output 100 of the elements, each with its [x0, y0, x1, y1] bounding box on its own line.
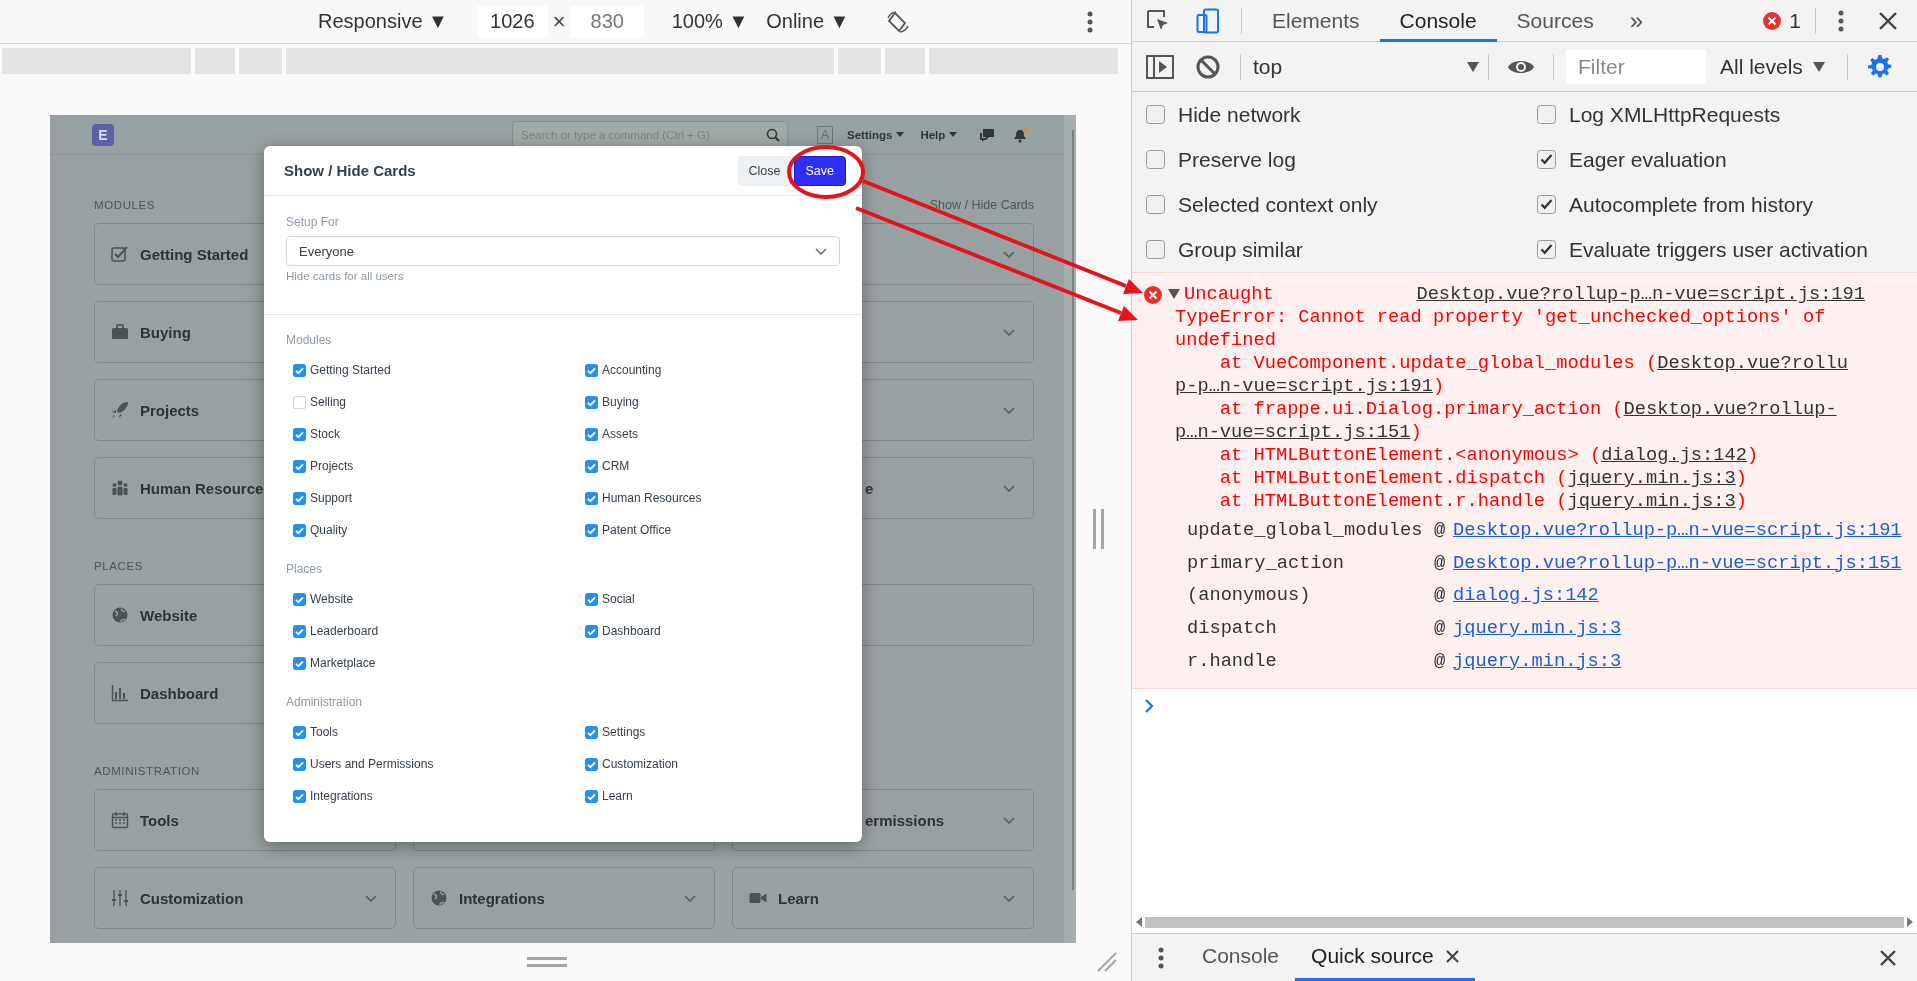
checkbox[interactable] [1146, 150, 1165, 169]
prompt-icon [1144, 698, 1154, 715]
checkbox[interactable] [293, 725, 306, 739]
source-link[interactable]: jquery.min.js:3 [1453, 649, 1917, 673]
checkbox[interactable] [585, 523, 598, 537]
source-link[interactable]: dialog.js:142 [1453, 584, 1917, 608]
checkbox[interactable] [585, 459, 598, 473]
throttling-dropdown[interactable]: Online ▼ [766, 10, 850, 33]
checkbox[interactable] [293, 459, 306, 473]
panel-tab[interactable]: Sources [1496, 0, 1614, 42]
checkbox[interactable] [293, 624, 306, 638]
bell-icon[interactable] [1013, 126, 1029, 143]
checkbox[interactable] [1146, 105, 1165, 124]
checkbox[interactable] [585, 592, 598, 606]
close-icon[interactable] [1879, 11, 1897, 30]
checkbox[interactable] [1146, 195, 1165, 214]
group-heading: Modules [286, 333, 333, 348]
close-icon[interactable] [1445, 949, 1459, 963]
checkbox-label: Buying [602, 395, 639, 409]
checkbox[interactable] [293, 363, 306, 377]
checkbox-label: Assets [602, 427, 638, 441]
more-icon[interactable] [1158, 946, 1164, 969]
nav-menu[interactable]: Settings [847, 128, 905, 141]
module-card[interactable]: Integrations [413, 867, 715, 929]
source-link[interactable]: jquery.min.js:3 [1453, 616, 1917, 640]
width-field[interactable]: 1026 [476, 5, 548, 38]
more-icon[interactable] [1838, 9, 1844, 32]
scroll-left-icon[interactable] [1136, 917, 1142, 927]
at-symbol: @ [1434, 649, 1447, 673]
panel-tab[interactable]: Elements [1252, 0, 1380, 42]
checkbox[interactable] [293, 395, 306, 409]
module-card[interactable]: Learn [732, 867, 1034, 929]
scroll-right-icon[interactable] [1907, 917, 1913, 927]
source-link[interactable]: Desktop.vue?rollup-p…n-vue=script.js:151 [1453, 551, 1917, 575]
checkbox[interactable] [585, 491, 598, 505]
checkbox[interactable] [1146, 240, 1165, 259]
checkbox-label: Settings [602, 725, 646, 739]
height-field[interactable]: 830 [570, 5, 644, 38]
sidebar-toggle-icon[interactable] [1146, 54, 1174, 79]
checkbox[interactable] [585, 624, 598, 638]
checkbox[interactable] [293, 656, 306, 670]
close-button[interactable]: Close [737, 155, 792, 186]
more-tabs-button[interactable]: » [1629, 6, 1643, 35]
resize-handle[interactable] [527, 957, 567, 967]
caret-icon [1812, 61, 1825, 72]
checkbox[interactable] [585, 395, 598, 409]
stack-frame: at frappe.ui.Dialog.primary_action (Desktop.vue?rollup-p…n-vue=script.js:151) [1132, 398, 1850, 444]
clear-console-icon[interactable] [1196, 54, 1220, 79]
device-toolbar-icon[interactable] [1196, 7, 1220, 34]
setup-for-select[interactable]: Everyone [286, 236, 840, 266]
stack-frame: at HTMLButtonElement.r.handle (jquery.min.js:3) [1132, 490, 1850, 513]
checkbox[interactable] [293, 592, 306, 606]
error-count[interactable]: 1 [1789, 8, 1801, 33]
checkbox[interactable] [1537, 240, 1556, 259]
checkbox[interactable] [585, 757, 598, 771]
resize-corner-icon[interactable] [1097, 952, 1117, 972]
checkbox[interactable] [1537, 105, 1556, 124]
checkbox[interactable] [585, 725, 598, 739]
card-label: Customization [140, 889, 244, 907]
filter-field[interactable]: Filter [1566, 49, 1706, 84]
checkbox[interactable] [585, 427, 598, 441]
save-button[interactable]: Save [793, 155, 846, 186]
source-link[interactable]: Desktop.vue?rollup-p…n-vue=script.js:191 [1453, 518, 1917, 542]
checkbox[interactable] [1537, 150, 1556, 169]
checkbox-label: Support [310, 491, 353, 505]
drawer-tab[interactable]: Quick source [1295, 934, 1475, 981]
nav-menu[interactable]: Help [920, 128, 958, 141]
checkbox-label: Hide network [1178, 102, 1301, 127]
checkbox[interactable] [293, 789, 306, 803]
checkbox[interactable] [585, 363, 598, 377]
error-title: Uncaught [1184, 283, 1274, 306]
checkbox[interactable] [293, 491, 306, 505]
section-title: MODULES [94, 199, 156, 211]
dialog-title: Show / Hide Cards [284, 162, 416, 179]
source-link[interactable]: Desktop.vue?rollup-p…n-vue=script.js:191 [1416, 283, 1865, 306]
checkbox-label: Autocomplete from history [1569, 192, 1813, 217]
resize-handle[interactable] [1093, 509, 1104, 549]
checkbox[interactable] [293, 523, 306, 537]
checkbox[interactable] [1537, 195, 1556, 214]
chat-icon[interactable] [979, 127, 996, 142]
zoom-dropdown[interactable]: 100% ▼ [671, 10, 749, 33]
context-select[interactable]: top [1247, 54, 1485, 79]
error-icon[interactable] [1763, 11, 1782, 30]
app-logo: E [92, 123, 114, 146]
drawer-tab[interactable]: Console [1186, 934, 1296, 981]
checkbox-label: Accounting [602, 363, 662, 377]
card-label: Tools [140, 811, 179, 829]
checkbox-label: Preserve log [1178, 147, 1296, 172]
triangle-down-icon[interactable] [1168, 288, 1180, 301]
caret-icon [949, 132, 958, 137]
rotate-icon[interactable] [886, 9, 911, 34]
module-card[interactable]: Customization [94, 867, 396, 929]
checkbox[interactable] [293, 427, 306, 441]
checkbox[interactable] [293, 757, 306, 771]
device-dropdown[interactable]: Responsive ▼ [318, 10, 448, 33]
settings-icon[interactable] [1866, 53, 1893, 80]
close-icon[interactable] [1879, 948, 1897, 967]
checkbox[interactable] [585, 789, 598, 803]
more-icon[interactable] [1087, 10, 1093, 33]
levels-dropdown[interactable]: All levels [1720, 54, 1825, 79]
